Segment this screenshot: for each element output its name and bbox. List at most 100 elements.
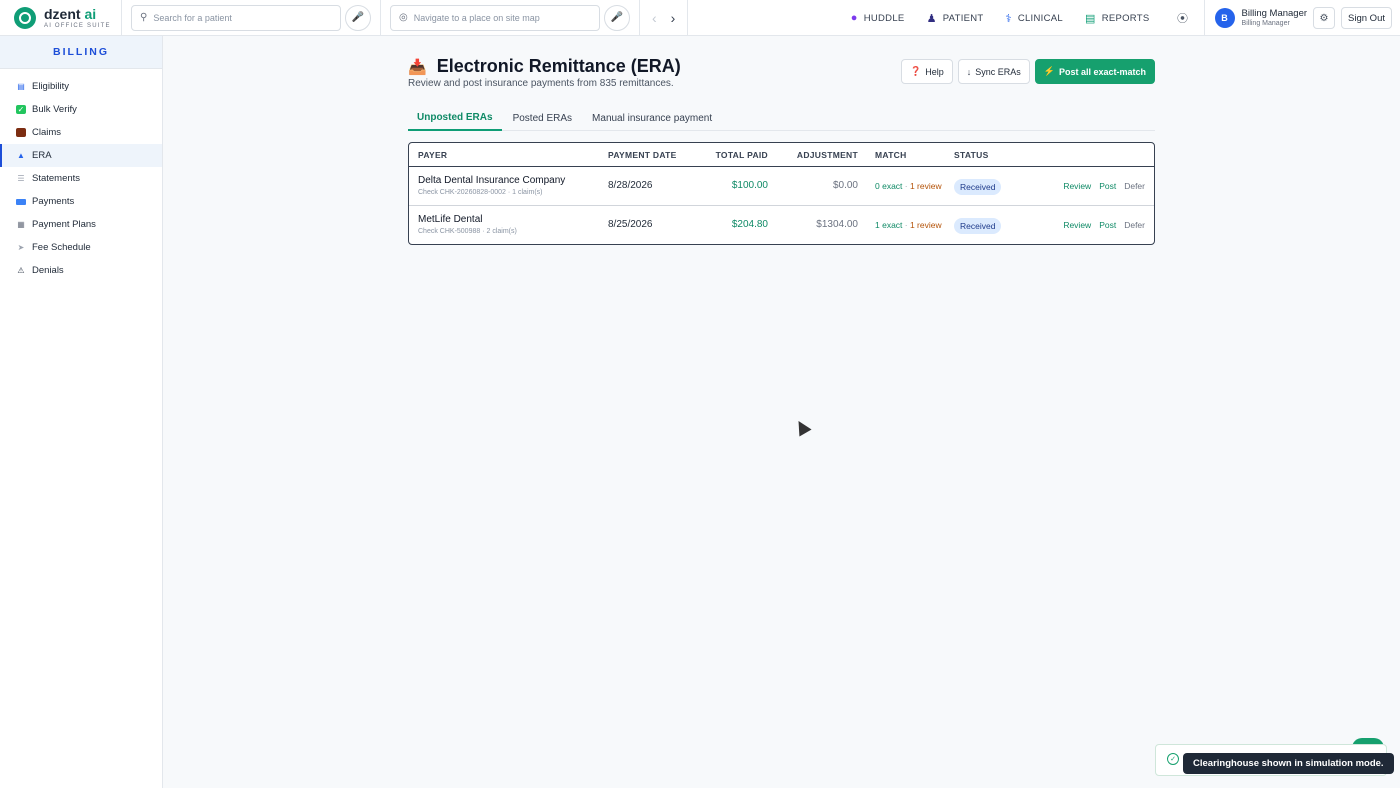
patient-search-mic-icon[interactable]: 🎤 bbox=[345, 4, 371, 31]
user-name: Billing Manager bbox=[1241, 8, 1308, 20]
patient-search-group: ⚲ Search for a patient 🎤 bbox=[122, 0, 381, 36]
header-payer: PAYER bbox=[418, 149, 448, 160]
tab-unposted-eras[interactable]: Unposted ERAs bbox=[408, 106, 502, 131]
gear-icon[interactable]: ⚙ bbox=[1313, 7, 1336, 29]
huddle-icon: ● bbox=[850, 12, 858, 24]
top-bar: dzent ai AI OFFICE SUITE ⚲ Search for a … bbox=[0, 0, 1400, 36]
era-content: 📥 Electronic Remittance (ERA) Review and… bbox=[408, 36, 1155, 245]
total-paid: $204.80 bbox=[731, 219, 768, 231]
calendar-icon: ▦ bbox=[17, 220, 25, 229]
header-match: MATCH bbox=[875, 149, 907, 160]
checkbox-icon: ✓ bbox=[16, 105, 26, 114]
warning-icon: ⚠ bbox=[17, 266, 25, 275]
back-arrow-icon[interactable]: ‹ bbox=[652, 10, 657, 26]
adjustment: $0.00 bbox=[832, 180, 858, 192]
defer-link[interactable]: Defer bbox=[1124, 220, 1145, 230]
era-tabs: Unposted ERAs Posted ERAs Manual insuran… bbox=[408, 106, 1155, 131]
brand-tagline: AI OFFICE SUITE bbox=[44, 22, 111, 29]
sidebar-item-fee-schedule[interactable]: ➤ Fee Schedule bbox=[0, 236, 162, 259]
tag-icon: ➤ bbox=[17, 243, 25, 252]
sidebar: BILLING ▤ Eligibility ✓ Bulk Verify Clai… bbox=[0, 36, 163, 788]
header-payment-date: PAYMENT DATE bbox=[608, 149, 677, 160]
patient-icon: ♟ bbox=[926, 12, 937, 25]
navigate-mic-icon[interactable]: 🎤 bbox=[604, 4, 630, 31]
table-header: PAYER PAYMENT DATE TOTAL PAID ADJUSTMENT… bbox=[409, 143, 1154, 167]
header-total-paid: TOTAL PAID bbox=[715, 149, 768, 160]
top-menu: ● HUDDLE ♟ PATIENT ⚕ CLINICAL ▤ REPORTS … bbox=[851, 0, 1392, 36]
user-role: Billing Manager bbox=[1241, 19, 1290, 27]
brand[interactable]: dzent ai AI OFFICE SUITE bbox=[0, 0, 122, 36]
sign-out-button[interactable]: Sign Out bbox=[1341, 7, 1392, 29]
post-link[interactable]: Post bbox=[1099, 181, 1116, 191]
page-title: 📥 Electronic Remittance (ERA) bbox=[408, 56, 681, 76]
payer-name: MetLife Dental bbox=[418, 214, 483, 226]
forward-arrow-icon[interactable]: › bbox=[671, 10, 676, 26]
payment-date: 8/25/2026 bbox=[608, 219, 653, 231]
search-icon: ⚲ bbox=[140, 12, 148, 23]
brand-logo-icon bbox=[14, 6, 36, 29]
main-area: 📥 Electronic Remittance (ERA) Review and… bbox=[163, 36, 1400, 788]
post-all-exact-match-button[interactable]: ⚡ Post all exact-match bbox=[1034, 59, 1155, 84]
stethoscope-icon: ⚕ bbox=[1005, 12, 1012, 25]
inbox-tray-icon: 📥 bbox=[408, 58, 427, 76]
match-summary: 0 exact · 1 review bbox=[875, 180, 942, 191]
sidebar-item-claims[interactable]: Claims bbox=[0, 121, 162, 144]
avatar: B bbox=[1214, 8, 1235, 28]
adjustment: $1304.00 bbox=[816, 219, 858, 231]
navigate-input[interactable]: ◎ Navigate to a place on site map bbox=[390, 4, 600, 31]
status-badge: Received bbox=[954, 178, 1002, 195]
sidebar-item-payment-plans[interactable]: ▦ Payment Plans bbox=[0, 213, 162, 236]
era-table: PAYER PAYMENT DATE TOTAL PAID ADJUSTMENT… bbox=[408, 142, 1155, 245]
check-info: Check CHK-20260828-0002 · 1 claim(s) bbox=[418, 189, 543, 197]
defer-link[interactable]: Defer bbox=[1124, 181, 1145, 191]
total-paid: $100.00 bbox=[731, 180, 768, 192]
review-link[interactable]: Review bbox=[1063, 220, 1091, 230]
post-link[interactable]: Post bbox=[1099, 220, 1116, 230]
menu-patient[interactable]: ♟ PATIENT bbox=[927, 12, 984, 25]
sync-eras-button[interactable]: ↓ Sync ERAs bbox=[957, 59, 1030, 84]
user-menu[interactable]: B Billing Manager Billing Manager bbox=[1203, 0, 1308, 36]
tab-manual-insurance-payment[interactable]: Manual insurance payment bbox=[583, 106, 721, 131]
payer-name: Delta Dental Insurance Company bbox=[418, 175, 566, 187]
help-button[interactable]: ❓ Help bbox=[900, 59, 953, 84]
table-row[interactable]: MetLife Dental Check CHK-500988 · 2 clai… bbox=[409, 206, 1154, 245]
header-adjustment: ADJUSTMENT bbox=[796, 149, 858, 160]
page-subtitle: Review and post insurance payments from … bbox=[408, 78, 674, 89]
brand-name: dzent ai bbox=[44, 5, 97, 22]
question-icon: ❓ bbox=[909, 66, 922, 76]
download-arrow-icon: ↓ bbox=[966, 66, 972, 77]
credit-card-icon bbox=[16, 198, 26, 205]
document-icon: ☰ bbox=[17, 174, 25, 183]
sidebar-item-bulk-verify[interactable]: ✓ Bulk Verify bbox=[0, 98, 162, 121]
sidebar-title: BILLING bbox=[0, 36, 162, 69]
id-card-icon: ▤ bbox=[17, 82, 25, 91]
review-link[interactable]: Review bbox=[1063, 181, 1091, 191]
lightning-icon: ⚡ bbox=[1043, 66, 1055, 76]
sidebar-item-statements[interactable]: ☰ Statements bbox=[0, 167, 162, 190]
inbox-tray-icon: ▲ bbox=[17, 151, 25, 160]
page-header: 📥 Electronic Remittance (ERA) Review and… bbox=[408, 36, 1155, 106]
history-nav: ‹ › bbox=[640, 0, 689, 36]
toast-message: Clearinghouse shown in simulation mode. bbox=[1183, 753, 1394, 774]
reports-chart-icon: ▤ bbox=[1084, 12, 1096, 25]
compass-icon: ◎ bbox=[399, 12, 408, 23]
sidebar-item-denials[interactable]: ⚠ Denials bbox=[0, 259, 162, 282]
table-row[interactable]: Delta Dental Insurance Company Check CHK… bbox=[409, 167, 1154, 206]
payment-date: 8/28/2026 bbox=[608, 180, 653, 192]
page-actions: ❓ Help ↓ Sync ERAs ⚡ Post all exact-matc… bbox=[900, 59, 1155, 84]
sidebar-item-payments[interactable]: Payments bbox=[0, 190, 162, 213]
briefcase-icon bbox=[16, 128, 26, 137]
menu-clinical[interactable]: ⚕ CLINICAL bbox=[1006, 12, 1063, 25]
navigate-search-group: ◎ Navigate to a place on site map 🎤 bbox=[381, 0, 640, 36]
check-info: Check CHK-500988 · 2 claim(s) bbox=[418, 228, 517, 236]
sidebar-item-era[interactable]: ▲ ERA bbox=[0, 144, 162, 167]
patient-search-input[interactable]: ⚲ Search for a patient bbox=[131, 4, 341, 31]
check-circle-icon: ✓ bbox=[1167, 753, 1179, 765]
tab-posted-eras[interactable]: Posted ERAs bbox=[504, 106, 581, 131]
explore-compass-icon[interactable]: ⦿ bbox=[1172, 7, 1194, 29]
menu-reports[interactable]: ▤ REPORTS bbox=[1085, 12, 1150, 25]
match-summary: 1 exact · 1 review bbox=[875, 219, 942, 230]
menu-huddle[interactable]: ● HUDDLE bbox=[851, 12, 905, 24]
sidebar-item-eligibility[interactable]: ▤ Eligibility bbox=[0, 75, 162, 98]
sidebar-list: ▤ Eligibility ✓ Bulk Verify Claims ▲ ERA… bbox=[0, 69, 162, 282]
